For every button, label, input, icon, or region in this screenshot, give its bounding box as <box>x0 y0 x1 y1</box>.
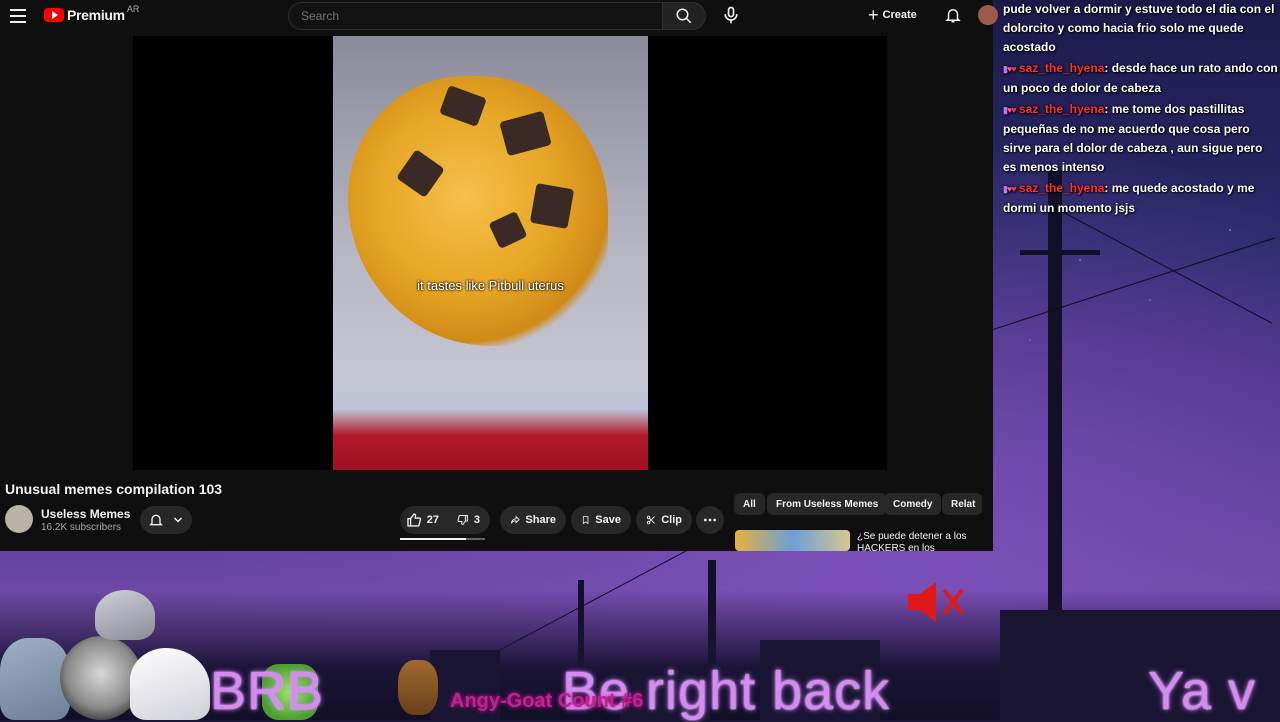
search-box <box>288 2 663 30</box>
goat-counter: Angy-Goat Count #6 <box>450 690 644 712</box>
notification-preferences-button[interactable] <box>140 506 192 534</box>
white-wolf-avatar <box>130 648 210 720</box>
youtube-topbar: Premium AR + Create <box>0 0 998 34</box>
create-button[interactable]: + Create <box>868 5 917 25</box>
scissors-icon <box>646 515 655 525</box>
recommended-video-thumbnail[interactable] <box>735 530 850 551</box>
chat-message: ▮♥♥ saz_the_hyena: me quede acostado y m… <box>1003 179 1278 218</box>
grey-wolf-avatar <box>95 590 155 640</box>
more-actions-button[interactable] <box>696 506 724 534</box>
chat-message: ▮♥♥ saz_the_hyena: desde hace un rato an… <box>1003 59 1278 98</box>
like-count: 27 <box>426 514 439 526</box>
channel-avatar[interactable] <box>5 505 33 533</box>
hamburger-menu-icon[interactable] <box>10 9 26 23</box>
youtube-play-icon <box>44 8 64 22</box>
chat-badges-icon: ▮♥♥ <box>1003 184 1017 194</box>
chip-related[interactable]: Relat <box>942 493 982 515</box>
chat-message-text: pude volver a dormir y estuve todo el di… <box>1003 2 1275 54</box>
create-label: Create <box>882 9 917 21</box>
utility-pole-crossbar <box>1020 250 1100 255</box>
like-ratio-bar <box>400 538 485 540</box>
ya-vuelvo-text: Ya v <box>1148 661 1257 721</box>
chat-badges-icon: ▮♥♥ <box>1003 64 1017 74</box>
search-icon <box>676 8 692 24</box>
youtube-window: Premium AR + Create it tastes like Pitbu… <box>0 0 998 551</box>
video-caption: it tastes like Pitbull uterus <box>417 278 564 293</box>
recommended-video-title[interactable]: ¿Se puede detener a los HACKERS en los V… <box>857 531 993 551</box>
notifications-bell-icon[interactable] <box>944 5 962 25</box>
account-avatar[interactable] <box>978 5 998 25</box>
clip-label: Clip <box>661 514 682 526</box>
chip-comedy[interactable]: Comedy <box>884 493 942 515</box>
search-button[interactable] <box>662 2 706 30</box>
chat-username: saz_the_hyena <box>1018 102 1105 116</box>
channel-name[interactable]: Useless Memes <box>41 507 130 521</box>
video-frame: it tastes like Pitbull uterus <box>333 36 648 470</box>
bookmark-icon <box>582 516 589 525</box>
chat-username: saz_the_hyena <box>1018 181 1105 195</box>
video-title: Unusual memes compilation 103 <box>5 481 223 497</box>
chip-all[interactable]: All <box>734 493 765 515</box>
chip-from-channel[interactable]: From Useless Memes <box>767 493 888 515</box>
save-label: Save <box>595 514 621 526</box>
like-button[interactable]: 27 <box>400 506 445 534</box>
dislike-button[interactable]: 3 <box>445 506 490 534</box>
thumbs-down-icon <box>457 515 468 525</box>
video-content-detail <box>529 183 575 229</box>
chevron-down-icon <box>173 517 183 523</box>
save-button[interactable]: Save <box>571 506 631 534</box>
stream-chat: pude volver a dormir y estuve todo el di… <box>1003 0 1278 220</box>
goat-avatar <box>398 660 438 715</box>
chat-message: pude volver a dormir y estuve todo el di… <box>1003 0 1278 57</box>
streamer-avatars-group <box>0 588 318 720</box>
thumbs-up-icon <box>407 513 422 527</box>
logo-region-code: AR <box>126 4 140 14</box>
share-label: Share <box>525 514 556 526</box>
chat-badges-icon: ▮♥♥ <box>1003 105 1017 115</box>
muted-speaker-icon <box>908 582 964 622</box>
share-icon <box>510 515 520 524</box>
more-horizontal-icon <box>704 518 716 522</box>
microphone-icon[interactable] <box>721 5 741 25</box>
clip-button[interactable]: Clip <box>636 506 692 534</box>
video-player[interactable]: it tastes like Pitbull uterus <box>133 36 887 470</box>
bell-icon <box>149 514 163 526</box>
logo-brand-text: Premium <box>67 7 125 23</box>
share-button[interactable]: Share <box>500 506 566 534</box>
chat-username: saz_the_hyena <box>1018 61 1105 75</box>
channel-subscribers: 16.2K subscribers <box>41 522 122 533</box>
dislike-count: 3 <box>473 514 480 526</box>
chat-message: ▮♥♥ saz_the_hyena: me tome dos pastillit… <box>1003 100 1278 177</box>
plus-icon: + <box>868 4 879 25</box>
youtube-logo[interactable]: Premium AR <box>44 4 140 23</box>
search-input[interactable] <box>299 8 643 24</box>
brb-text: BRB <box>210 661 325 721</box>
